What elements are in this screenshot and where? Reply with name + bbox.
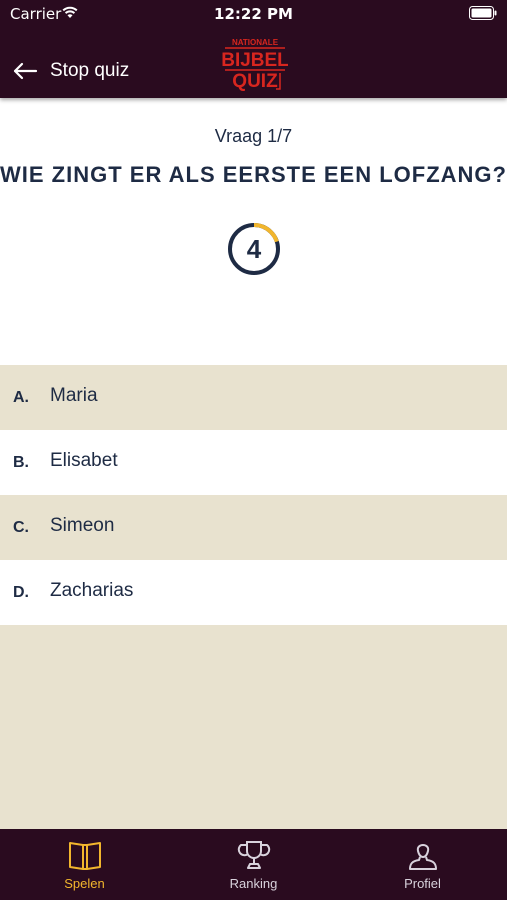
countdown-timer: 4 [226,221,282,277]
question-text: WIE ZINGT ER ALS EERSTE EEN LOFZANG? [0,162,507,187]
answer-list: A. Maria B. Elisabet C. Simeon D. Zachar… [0,365,507,625]
tab-spelen[interactable]: Spelen [0,829,169,900]
status-bar: Carrier 12:22 PM [0,0,507,28]
app-header: Stop quiz NATIONALE BIJBEL QUIZ [0,28,507,98]
answer-option-c[interactable]: C. Simeon [0,495,507,560]
question-counter: Vraag 1/7 [214,126,293,146]
tab-label: Spelen [64,876,105,891]
answer-letter: B. [13,454,29,471]
timer-value: 4 [246,234,262,264]
logo-line1: NATIONALE [232,38,279,47]
answer-option-b[interactable]: B. Elisabet [0,430,507,495]
question-area: Vraag 1/7 WIE ZINGT ER ALS EERSTE EEN LO… [0,98,507,365]
stop-quiz-label: Stop quiz [50,60,130,81]
battery-icon [469,6,497,24]
user-icon [408,844,437,870]
answer-text: Zacharias [50,580,134,601]
answer-letter: A. [13,389,29,406]
arrow-left-icon [13,62,38,80]
answer-text: Maria [50,385,98,406]
answer-text: Simeon [50,515,115,536]
tab-bar: Spelen Ranking Profiel [0,829,507,900]
answer-option-d[interactable]: D. Zacharias [0,560,507,625]
logo-line3: QUIZ [232,71,278,92]
tab-label: Profiel [404,876,441,891]
logo-line2: BIJBEL [222,50,288,71]
trophy-icon [237,841,270,869]
tab-ranking[interactable]: Ranking [169,829,338,900]
answer-text: Elisabet [50,450,118,471]
answer-letter: D. [13,584,29,601]
book-icon [68,842,101,870]
top-bar: Carrier 12:22 PM Stop quiz NATIONALE BIJ… [0,0,507,98]
bijbel-quiz-logo: NATIONALE BIJBEL QUIZ [222,38,288,92]
tab-label: Ranking [229,876,278,891]
stop-quiz-button[interactable]: Stop quiz [10,58,160,86]
tab-profiel[interactable]: Profiel [338,829,507,900]
answer-option-a[interactable]: A. Maria [0,365,507,430]
clock: 12:22 PM [214,5,293,23]
answer-letter: C. [13,519,29,536]
